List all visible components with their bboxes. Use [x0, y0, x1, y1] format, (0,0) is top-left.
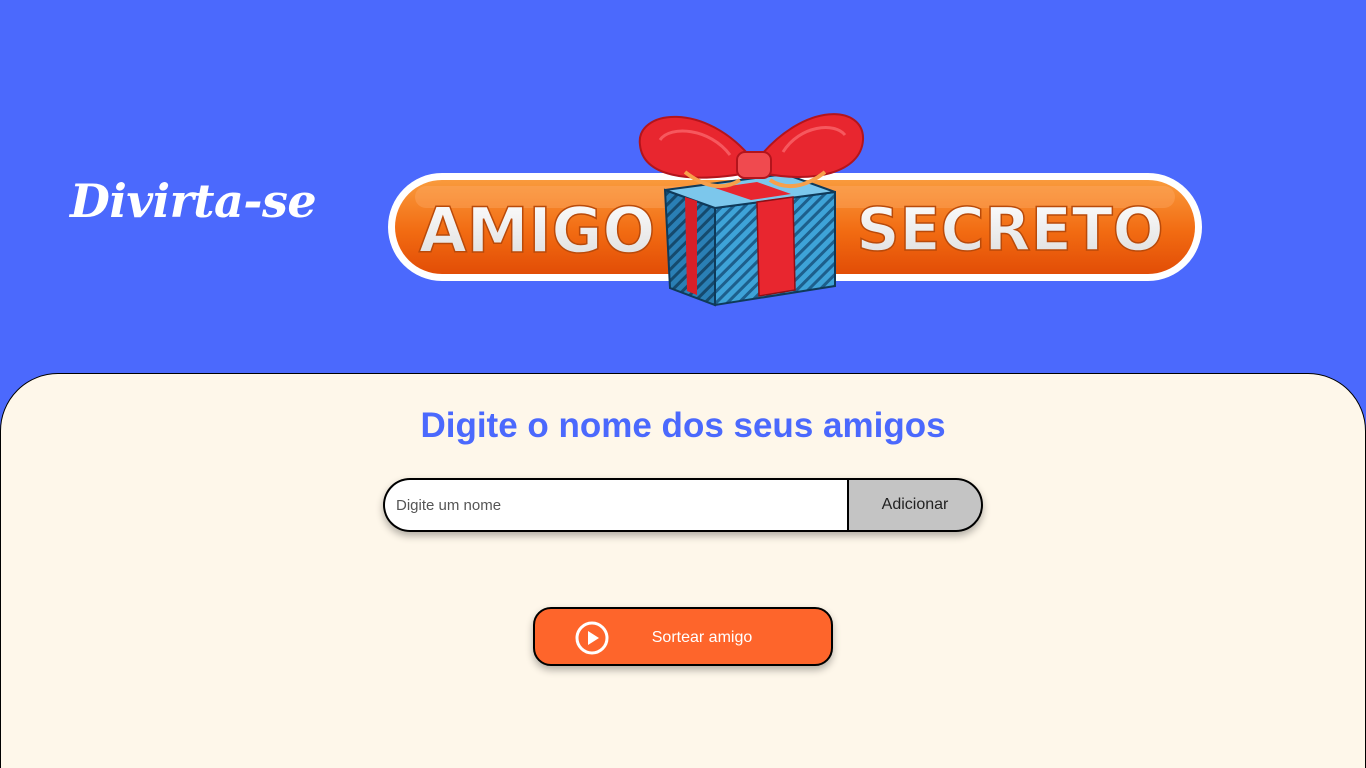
logo-word-right: SECRETO: [856, 195, 1163, 265]
logo-word-left: AMIGO: [419, 194, 655, 267]
draw-friend-button[interactable]: Sortear amigo: [533, 607, 833, 666]
add-friend-form: Adicionar: [383, 478, 983, 532]
gift-box-icon: [663, 172, 836, 307]
draw-button-label: Sortear amigo: [651, 629, 753, 646]
panel-title: Digite o nome dos seus amigos: [420, 406, 946, 445]
amigo-secreto-logo: AMIGO SECRETO: [385, 100, 1207, 310]
name-input[interactable]: [383, 478, 848, 532]
add-button[interactable]: Adicionar: [847, 478, 983, 532]
tagline: Divirta-se: [70, 174, 317, 228]
header: Divirta-se AMIGO SECRETO: [0, 0, 1366, 373]
